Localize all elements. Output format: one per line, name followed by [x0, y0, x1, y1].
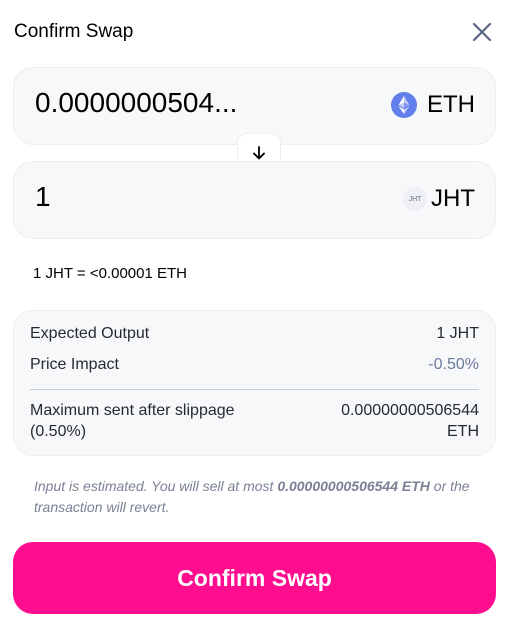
maximum-sent-value-line2: ETH: [447, 423, 479, 440]
maximum-sent-value-line1: 0.00000000506544: [341, 402, 479, 419]
output-currency-symbol: JHT: [431, 185, 475, 212]
confirm-swap-button[interactable]: Confirm Swap: [13, 542, 496, 614]
price-impact-row: Price Impact -0.50%: [30, 351, 479, 377]
estimate-note-amount: 0.00000000506544 ETH: [277, 478, 430, 494]
estimate-note: Input is estimated. You will sell at mos…: [34, 476, 479, 518]
swap-details-panel: Expected Output 1 JHT Price Impact -0.50…: [13, 310, 496, 456]
input-currency-symbol: ETH: [427, 91, 475, 118]
ethereum-icon: [391, 92, 417, 118]
input-amount[interactable]: 0.0000000504...: [35, 87, 237, 119]
output-currency: JHT JHT: [403, 182, 475, 216]
jht-token-icon: JHT: [403, 187, 427, 211]
price-impact-value: -0.50%: [428, 356, 479, 373]
close-icon[interactable]: [470, 20, 494, 44]
output-amount[interactable]: 1: [35, 181, 51, 213]
output-token-panel: 1 JHT JHT: [13, 161, 496, 239]
expected-output-label: Expected Output: [30, 325, 150, 342]
maximum-sent-value: 0.00000000506544 ETH: [341, 400, 479, 442]
input-currency: ETH: [391, 88, 475, 122]
exchange-rate[interactable]: 1 JHT = <0.00001 ETH: [33, 265, 187, 282]
estimate-note-prefix: Input is estimated. You will sell at mos…: [34, 478, 278, 494]
modal-header: Confirm Swap: [14, 18, 496, 48]
maximum-sent-row: Maximum sent after slippage (0.50%) 0.00…: [30, 400, 479, 442]
modal-title: Confirm Swap: [14, 21, 134, 42]
details-divider: [30, 389, 479, 390]
maximum-sent-label-line2: (0.50%): [30, 423, 87, 440]
expected-output-row: Expected Output 1 JHT: [30, 325, 479, 351]
maximum-sent-label: Maximum sent after slippage (0.50%): [30, 400, 235, 442]
price-impact-label: Price Impact: [30, 356, 119, 373]
maximum-sent-label-line1: Maximum sent after slippage: [30, 402, 235, 419]
expected-output-value: 1 JHT: [436, 325, 479, 342]
arrow-down-icon: [253, 146, 265, 160]
